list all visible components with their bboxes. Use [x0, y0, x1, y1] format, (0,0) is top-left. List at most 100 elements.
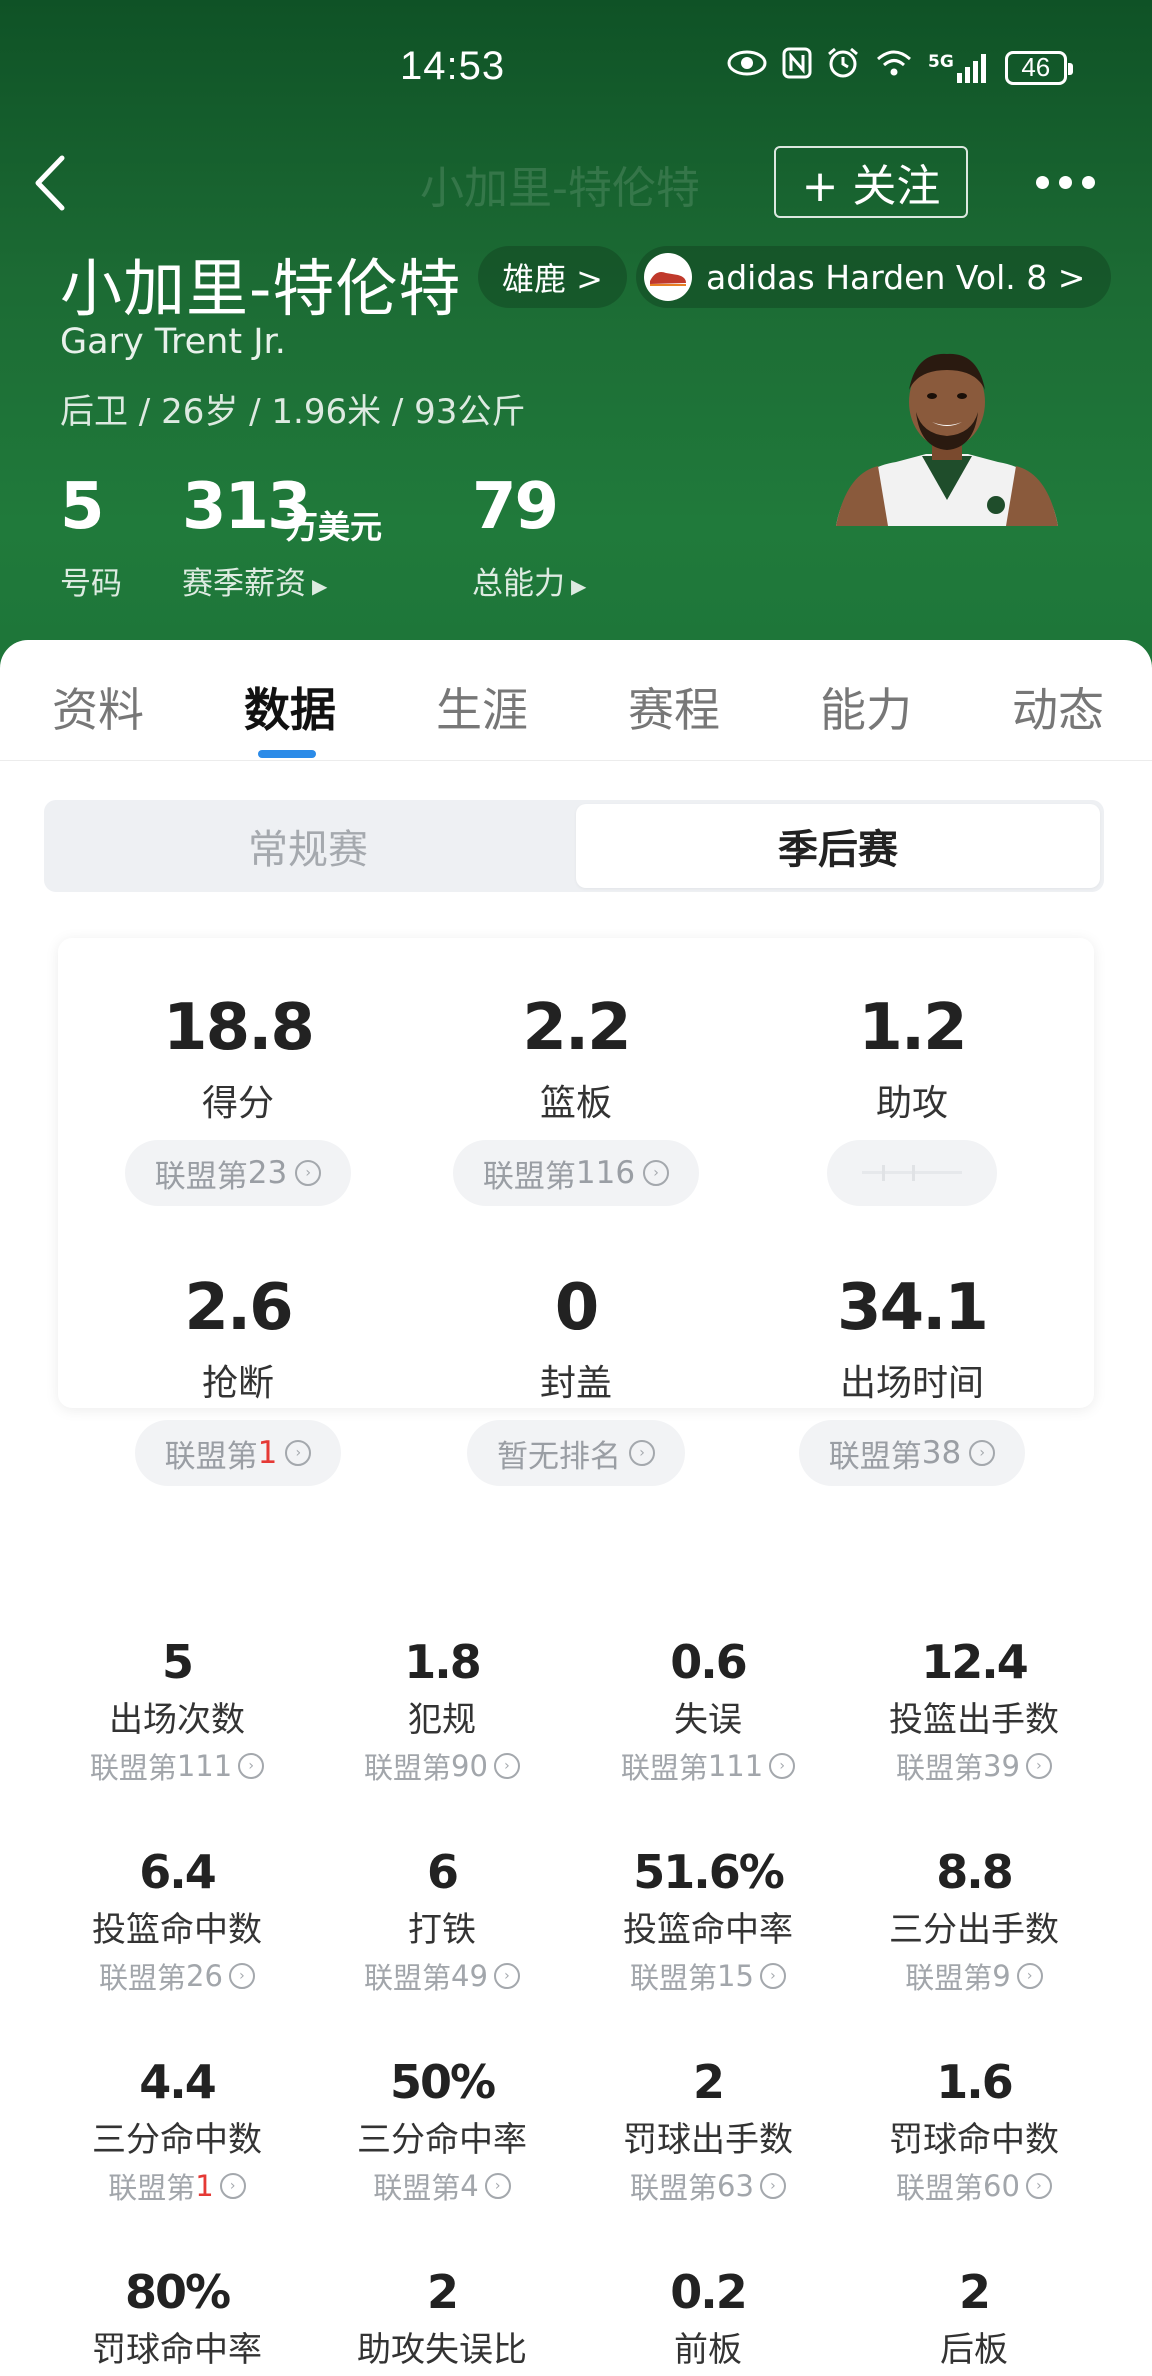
- tab-profile[interactable]: 资料: [52, 674, 144, 740]
- ability-label-button[interactable]: 总能力 ▶: [472, 558, 586, 603]
- detail-stat-rank[interactable]: 联盟第 111 ›: [576, 1745, 840, 1787]
- segment-playoffs[interactable]: 季后赛: [576, 804, 1100, 888]
- rank-prefix: 联盟第: [905, 1961, 993, 1995]
- detail-stat-rank[interactable]: 联盟第 49 ›: [310, 1955, 574, 1997]
- chevron-circle-icon: ›: [629, 1440, 655, 1466]
- player-header: 14:53 5G 46 小加里-特伦特 + 关注 小加里-特伦特 雄鹿 > ad…: [0, 0, 1152, 700]
- main-stat-label: 抢断: [201, 1363, 274, 1404]
- team-chip[interactable]: 雄鹿 >: [478, 246, 627, 308]
- detail-stat-rank[interactable]: 联盟第 111 ›: [45, 1745, 309, 1787]
- detail-stat: 0.2 前板: [576, 2264, 840, 2371]
- shoe-chip-label: adidas Harden Vol. 8 >: [706, 257, 1086, 297]
- chevron-circle-icon: ›: [285, 1440, 312, 1466]
- detail-stat-label: 投篮命中率: [623, 1910, 793, 1950]
- rank-number: 49: [451, 1959, 488, 1993]
- rank-prefix: 联盟第: [164, 1438, 258, 1475]
- rank-number: 23: [247, 1155, 288, 1191]
- signal-icon: 5G: [928, 53, 991, 83]
- rank-number: 1: [195, 2169, 214, 2203]
- detail-stat-value: 2: [692, 2055, 725, 2109]
- detail-stat-rank[interactable]: 联盟第 63 ›: [576, 2165, 840, 2207]
- detail-stat: 2 罚球出手数 联盟第 63 ›: [576, 2054, 840, 2207]
- shoe-chip[interactable]: adidas Harden Vol. 8 >: [636, 246, 1112, 308]
- rank-pill[interactable]: 暂无排名 ›: [467, 1420, 685, 1486]
- detail-stat-rank[interactable]: 联盟第 39 ›: [842, 1745, 1106, 1787]
- chevron-circle-icon: ›: [493, 1963, 520, 1989]
- back-button[interactable]: [30, 150, 80, 220]
- alarm-icon: [826, 46, 860, 89]
- more-options-button[interactable]: [1036, 164, 1106, 200]
- rank-pill[interactable]: 联盟第 116 ›: [452, 1140, 700, 1206]
- chevron-circle-icon: ›: [759, 2173, 786, 2199]
- detail-stat-label: 前板: [674, 2330, 742, 2370]
- detail-stat-rank[interactable]: 联盟第 26 ›: [45, 1955, 309, 1997]
- rank-number: 26: [186, 1959, 223, 1993]
- rank-prefix: 联盟第: [482, 1158, 576, 1195]
- follow-button[interactable]: + 关注: [774, 146, 968, 218]
- player-name-cn: 小加里-特伦特: [60, 252, 462, 325]
- detail-stat-rank[interactable]: 联盟第 90 ›: [310, 1745, 574, 1787]
- rank-pill-loading: [827, 1140, 997, 1206]
- detail-stat-value: 8.8: [936, 1845, 1014, 1899]
- detail-stat-rank[interactable]: 联盟第 15 ›: [576, 1955, 840, 1997]
- rank-prefix: 联盟第: [89, 1751, 177, 1785]
- rank-number: 9: [992, 1959, 1011, 1993]
- rank-prefix: 联盟第: [896, 2171, 984, 2205]
- main-stat-label: 得分: [201, 1083, 274, 1124]
- tab-career[interactable]: 生涯: [436, 674, 528, 740]
- detail-stat-rank[interactable]: 联盟第 4 ›: [310, 2165, 574, 2207]
- rank-number: 4: [460, 2169, 479, 2203]
- detail-stat-label: 三分命中数: [92, 2120, 262, 2160]
- main-stat: 34.1 出场时间 联盟第 38 ›: [762, 1268, 1062, 1486]
- rank-prefix: 联盟第: [154, 1158, 248, 1195]
- rank-prefix: 联盟第: [364, 1961, 452, 1995]
- shoe-icon: [644, 253, 692, 301]
- main-stats-card: 18.8 得分 联盟第 23 › 2.2 篮板 联盟第 116 › 1.2 助攻 2…: [58, 938, 1094, 1486]
- detail-stat-label: 助攻失误比: [357, 2330, 527, 2370]
- more-dot-icon: [1036, 175, 1049, 189]
- segment-regular-season[interactable]: 常规赛: [44, 800, 572, 892]
- rank-prefix: 联盟第: [364, 1751, 452, 1785]
- status-icons: 5G 46: [726, 46, 1073, 89]
- chevron-circle-icon: ›: [228, 1963, 255, 1989]
- tab-news[interactable]: 动态: [1012, 674, 1104, 740]
- detail-stat-value: 1.8: [404, 1635, 482, 1689]
- rank-prefix: 联盟第: [630, 2171, 718, 2205]
- rank-number: 15: [717, 1959, 754, 1993]
- ability-value: 79: [472, 470, 559, 544]
- detail-stat-label: 失误: [674, 1700, 742, 1740]
- rank-number: 90: [451, 1749, 488, 1783]
- main-stat: 18.8 得分 联盟第 23 ›: [88, 988, 388, 1206]
- detail-stat-value: 1.6: [936, 2055, 1014, 2109]
- rank-number: 60: [983, 2169, 1020, 2203]
- player-name-en: Gary Trent Jr.: [60, 322, 286, 362]
- tab-data[interactable]: 数据: [244, 674, 336, 740]
- tab-schedule[interactable]: 赛程: [628, 674, 720, 740]
- tab-ability[interactable]: 能力: [820, 674, 912, 740]
- detail-stat-value: 12.4: [921, 1635, 1029, 1689]
- rank-prefix: 联盟第: [630, 1961, 718, 1995]
- detail-stat-label: 投篮命中数: [92, 1910, 262, 1950]
- detail-stat: 51.6% 投篮命中率 联盟第 15 ›: [576, 1844, 840, 1997]
- detail-stat-rank[interactable]: 联盟第 9 ›: [842, 1955, 1106, 1997]
- detail-stat-value: 4.4: [139, 2055, 217, 2109]
- jersey-number-label: 号码: [60, 566, 122, 602]
- rank-pill[interactable]: 联盟第 23 ›: [124, 1140, 352, 1206]
- chevron-circle-icon: ›: [643, 1160, 670, 1186]
- player-avatar: [836, 350, 1058, 526]
- detail-stat-rank[interactable]: 联盟第 1 ›: [45, 2165, 309, 2207]
- content-panel: 资料 数据 生涯 赛程 能力 动态 常规赛 季后赛 18.8 得分 联盟第 23 …: [0, 640, 1152, 2376]
- chevron-circle-icon: ›: [238, 1753, 265, 1779]
- rank-pill[interactable]: 联盟第 38 ›: [798, 1420, 1026, 1486]
- detail-stat-rank[interactable]: 联盟第 60 ›: [842, 2165, 1106, 2207]
- chevron-circle-icon: ›: [1025, 2173, 1052, 2199]
- rank-prefix: 暂无排名: [497, 1438, 621, 1475]
- detail-stat-label: 三分命中率: [357, 2120, 527, 2160]
- salary-label-button[interactable]: 赛季薪资 ▶: [182, 558, 327, 603]
- rank-pill[interactable]: 联盟第 1 ›: [134, 1420, 342, 1486]
- detail-stat-value: 0.2: [670, 2265, 748, 2319]
- main-stat-value: 34.1: [837, 1271, 989, 1345]
- detail-stat-value: 6: [426, 1845, 459, 1899]
- rank-prefix: 联盟第: [99, 1961, 187, 1995]
- rank-number: 111: [707, 1749, 764, 1783]
